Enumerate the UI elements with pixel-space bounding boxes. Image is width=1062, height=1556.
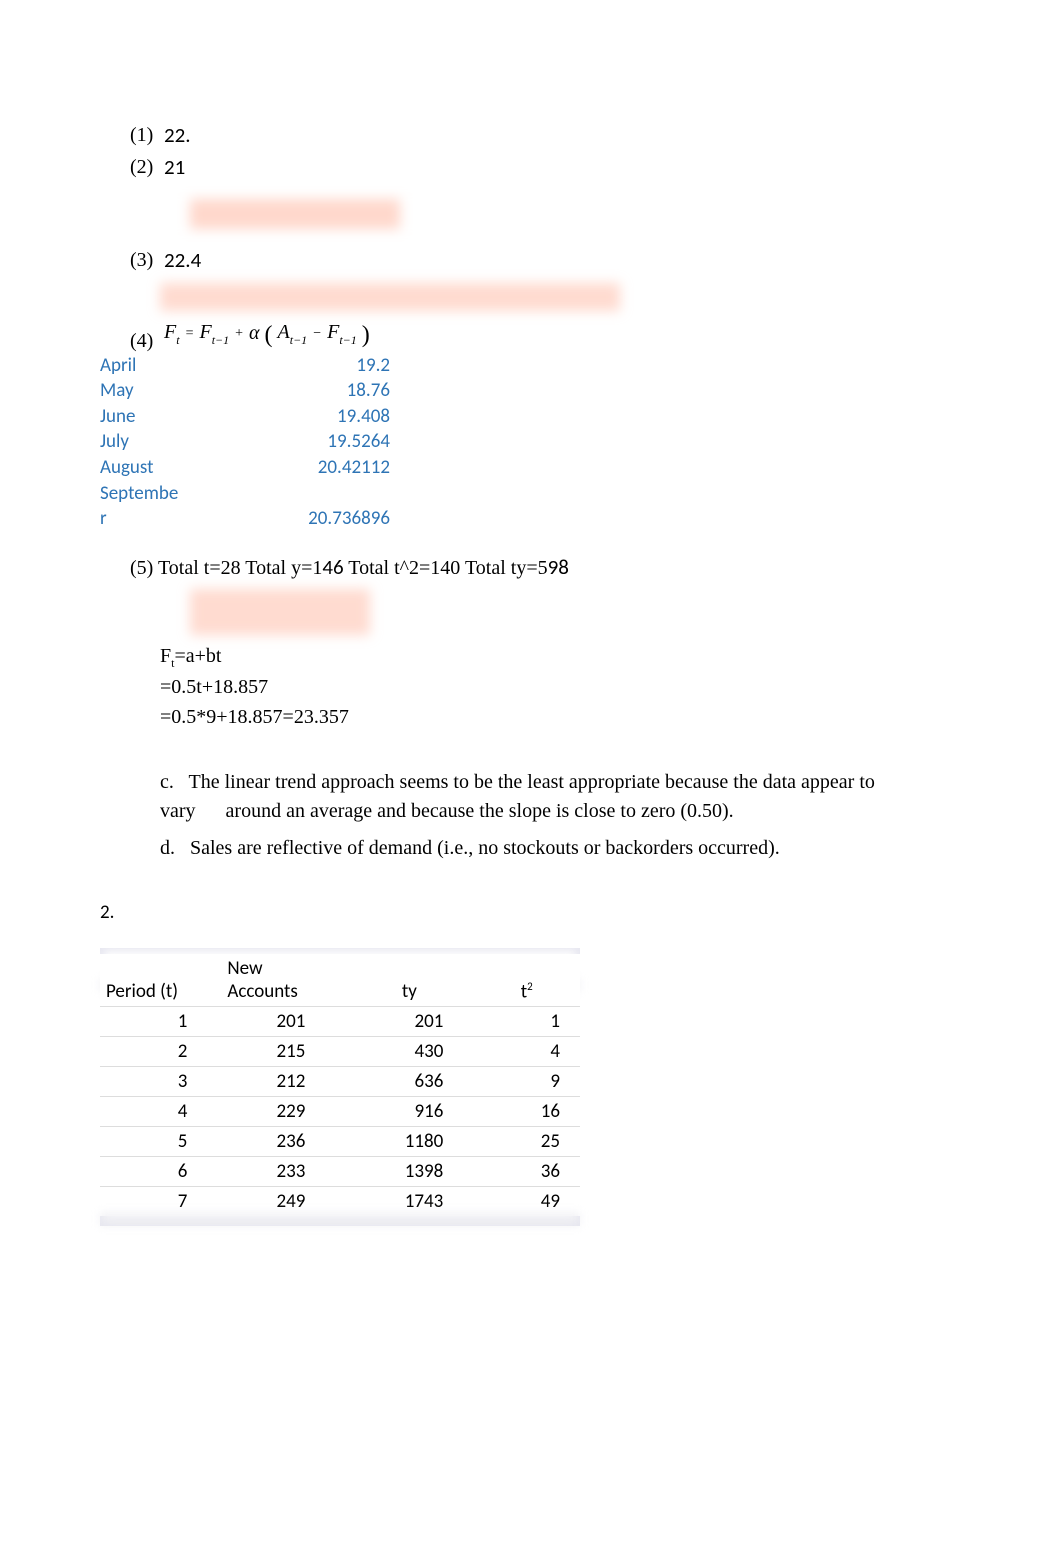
col-new-accounts: NewAccounts	[217, 954, 345, 1007]
paragraph-c: c. The linear trend approach seems to be…	[160, 768, 962, 797]
table-cell: 430	[345, 1036, 473, 1066]
blurred-region-3	[190, 589, 370, 635]
table-cell: 201	[345, 1006, 473, 1036]
table-header-row: Period (t) NewAccounts ty t2	[100, 954, 580, 1007]
month-row-august: August 20.42112	[100, 455, 962, 481]
table-row: 422991616	[100, 1096, 580, 1126]
item-num-5: (5)	[130, 557, 153, 579]
table-cell: 1180	[345, 1126, 473, 1156]
item-num-2: (2)	[130, 152, 164, 184]
table-cell: 4	[100, 1096, 217, 1126]
table-cell: 16	[473, 1096, 580, 1126]
table-row: 32126369	[100, 1066, 580, 1096]
month-val: 20.736896	[260, 506, 390, 532]
month-val: 19.5264	[260, 429, 390, 455]
ft-equation-2: =0.5t+18.857	[160, 672, 962, 702]
para-c-label: c.	[160, 771, 174, 793]
para-c-vary: vary	[160, 800, 196, 822]
blur-edge-bottom	[100, 1212, 580, 1226]
page-content: (1) 22. (2) 21 (3) 22.4 (4) Ft = Ft−1 + …	[100, 120, 962, 1226]
item-num-1: (1)	[130, 120, 164, 152]
list-item-4: (4) Ft = Ft−1 + α ( At−1 − Ft−1 )	[130, 317, 962, 353]
question-2-label: 2.	[100, 899, 962, 928]
month-name: April	[100, 353, 260, 379]
month-name: June	[100, 404, 260, 430]
table-cell: 6	[100, 1156, 217, 1186]
ft-equation-1: Ft=a+bt	[160, 641, 962, 672]
accounts-table: Period (t) NewAccounts ty t2 12012011221…	[100, 954, 580, 1216]
table-cell: 229	[217, 1096, 345, 1126]
accounts-table-wrap: Period (t) NewAccounts ty t2 12012011221…	[100, 948, 580, 1226]
table-row: 6233139836	[100, 1156, 580, 1186]
table-cell: 1	[473, 1006, 580, 1036]
table-cell: 201	[217, 1006, 345, 1036]
list-item-3: (3) 22.4	[130, 245, 962, 277]
paragraph-c-line2: vary around an average and because the s…	[160, 797, 962, 826]
month-row-june: June 19.408	[100, 404, 962, 430]
list-item-1: (1) 22.	[130, 120, 962, 152]
month-val: 19.2	[260, 353, 390, 379]
table-cell: 5	[100, 1126, 217, 1156]
para-d-body: Sales are reflective of demand (i.e., no…	[190, 837, 780, 859]
month-val: 19.408	[260, 404, 390, 430]
month-row-september-2: r 20.736896	[100, 506, 962, 532]
para-c-line1: The linear trend approach seems to be th…	[189, 771, 875, 793]
month-name: August	[100, 455, 260, 481]
table-cell: 25	[473, 1126, 580, 1156]
month-name: May	[100, 378, 260, 404]
exponential-smoothing-formula: Ft = Ft−1 + α ( At−1 − Ft−1 )	[164, 317, 370, 353]
table-cell: 3	[100, 1066, 217, 1096]
table-cell: 36	[473, 1156, 580, 1186]
table-cell: 1398	[345, 1156, 473, 1186]
para-c-rest: around an average and because the slope …	[226, 800, 734, 822]
item-val-1: 22.	[164, 120, 191, 152]
blurred-region-2	[160, 283, 620, 311]
table-cell: 212	[217, 1066, 345, 1096]
month-row-april: April 19.2	[100, 353, 962, 379]
month-row-september-1: Septembe	[100, 481, 962, 507]
table-cell: 9	[473, 1066, 580, 1096]
item-val-2: 21	[164, 152, 185, 184]
col-period: Period (t)	[100, 954, 217, 1007]
item5-text: Total t=28 Total y=146 Total t^2=140 Tot…	[158, 557, 569, 579]
para-d-label: d.	[160, 837, 175, 859]
month-row-july: July 19.5264	[100, 429, 962, 455]
table-row: 5236118025	[100, 1126, 580, 1156]
month-row-may: May 18.76	[100, 378, 962, 404]
month-name-part1: Septembe	[100, 481, 260, 507]
table-cell: 636	[345, 1066, 473, 1096]
table-cell: 236	[217, 1126, 345, 1156]
list-item-5: (5) Total t=28 Total y=146 Total t^2=140…	[130, 552, 962, 584]
table-cell: 2	[100, 1036, 217, 1066]
table-cell: 4	[473, 1036, 580, 1066]
list-item-2: (2) 21	[130, 152, 962, 184]
ft-equation-3: =0.5*9+18.857=23.357	[160, 702, 962, 732]
month-val: 20.42112	[260, 455, 390, 481]
month-val: 18.76	[260, 378, 390, 404]
table-cell: 916	[345, 1096, 473, 1126]
item-num-4: (4)	[130, 326, 164, 356]
item-val-3: 22.4	[164, 245, 201, 277]
table-row: 22154304	[100, 1036, 580, 1066]
col-t2: t2	[473, 954, 580, 1007]
item-num-3: (3)	[130, 245, 164, 277]
table-row: 12012011	[100, 1006, 580, 1036]
table-cell: 1	[100, 1006, 217, 1036]
table-cell: 215	[217, 1036, 345, 1066]
month-name: July	[100, 429, 260, 455]
blurred-region-1	[160, 189, 430, 239]
col-ty: ty	[345, 954, 473, 1007]
table-cell: 233	[217, 1156, 345, 1186]
paragraph-d: d. Sales are reflective of demand (i.e.,…	[160, 834, 962, 863]
month-name-part2: r	[100, 506, 260, 532]
